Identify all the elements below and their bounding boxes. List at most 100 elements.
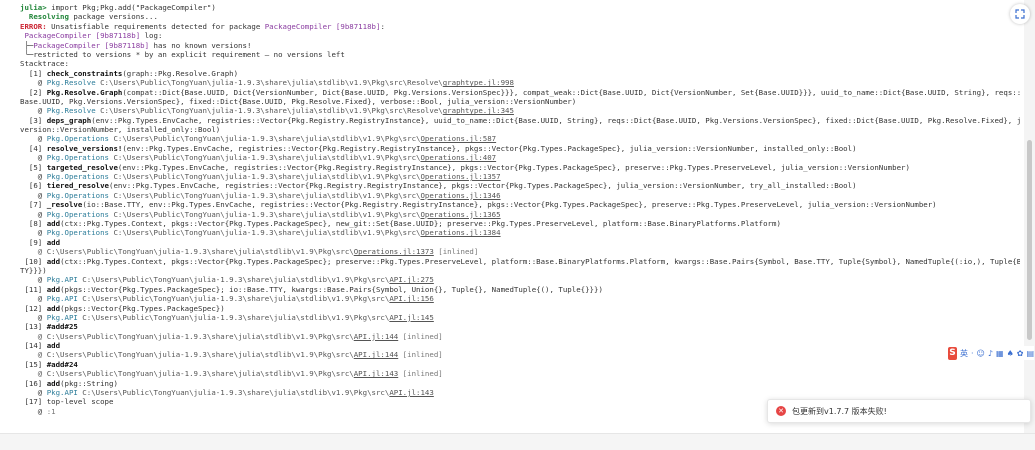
- terminal-text: log:: [140, 31, 163, 41]
- terminal-text: └─restricted to versions * by an explici…: [20, 49, 345, 59]
- terminal-text: (io::Base.TTY, env::Pkg.Types.EnvCache, …: [82, 200, 937, 210]
- terminal-text: Pkg.Operations: [46, 190, 109, 200]
- source-file-link[interactable]: API.jl:275: [389, 275, 434, 284]
- ime-emoji-icon[interactable]: ☺: [977, 349, 985, 358]
- terminal-line: [6] tiered_resolve(env::Pkg.Types.EnvCac…: [20, 181, 1020, 190]
- terminal-text: [inlined]: [433, 247, 479, 257]
- terminal-text: C:\Users\Public\TongYuan\julia-1.9.3\sha…: [109, 209, 421, 219]
- terminal-text: (ctx::Pkg.Types.Context, pkgs::Vector{Pk…: [60, 218, 781, 228]
- vertical-scrollbar[interactable]: [1024, 0, 1035, 433]
- ime-keyboard-icon[interactable]: ▦: [996, 349, 1004, 358]
- terminal-text: top-level scope: [46, 397, 114, 407]
- scrollbar-thumb[interactable]: [1027, 140, 1032, 340]
- terminal-text: @: [20, 209, 47, 219]
- terminal-line: [4] resolve_versions!(env::Pkg.Types.Env…: [20, 144, 1020, 153]
- terminal-text: @: [20, 388, 47, 398]
- terminal-text: C:\Users\Public\TongYuan\julia-1.9.3\sha…: [77, 312, 390, 322]
- terminal-line: @ C:\Users\Public\TongYuan\julia-1.9.3\s…: [20, 332, 1020, 341]
- terminal-text: Pkg.Operations: [46, 172, 109, 182]
- terminal-text: @: [20, 294, 47, 304]
- source-file-link[interactable]: Operations.jl:1373: [354, 247, 434, 256]
- terminal-line: julia> import Pkg;Pkg.add("PackageCompil…: [20, 3, 1020, 12]
- terminal-line: [8] add(ctx::Pkg.Types.Context, pkgs::Ve…: [20, 219, 1020, 228]
- terminal-text: :1: [46, 406, 56, 416]
- source-file-link[interactable]: Operations.jl:587: [420, 134, 496, 143]
- terminal-text: Stacktrace:: [20, 59, 69, 69]
- terminal-text: [4]: [20, 143, 47, 153]
- ime-punctuation-icon[interactable]: ·: [971, 349, 974, 358]
- terminal-text: [5]: [20, 162, 47, 172]
- terminal-line: @ C:\Users\Public\TongYuan\julia-1.9.3\s…: [20, 247, 1020, 256]
- source-file-link[interactable]: Operations.jl:1357: [420, 172, 500, 181]
- terminal-line: @ C:\Users\Public\TongYuan\julia-1.9.3\s…: [20, 350, 1020, 359]
- ime-toolbar[interactable]: S 英 · ☺ ♪ ▦ ♠ ✿ ▤: [948, 346, 1034, 360]
- fullscreen-button[interactable]: [1010, 4, 1030, 24]
- terminal-text: Pkg.Resolve.Graph: [46, 87, 123, 97]
- terminal-text: add: [46, 378, 61, 388]
- terminal-text: check_constraints: [46, 68, 123, 78]
- source-file-link[interactable]: graphtype.jl:998: [443, 78, 514, 87]
- terminal-line: @ Pkg.API C:\Users\Public\TongYuan\julia…: [20, 275, 1020, 284]
- terminal-line: [7] _resolve(io::Base.TTY, env::Pkg.Type…: [20, 200, 1020, 209]
- terminal-line: @ Pkg.Operations C:\Users\Public\TongYua…: [20, 153, 1020, 162]
- source-file-link[interactable]: API.jl:144: [354, 350, 399, 359]
- terminal-line: @ Pkg.API C:\Users\Public\TongYuan\julia…: [20, 388, 1020, 397]
- error-icon: ✕: [776, 406, 786, 416]
- error-toast[interactable]: ✕ 包更新到v1.7.7 版本失败!: [767, 399, 1031, 423]
- ime-skin-icon[interactable]: ♠: [1007, 349, 1014, 358]
- terminal-line: [13] #add#25: [20, 322, 1020, 331]
- terminal-line: @ C:\Users\Public\TongYuan\julia-1.9.3\s…: [20, 369, 1020, 378]
- source-file-link[interactable]: API.jl:145: [389, 313, 434, 322]
- terminal-text: :: [380, 21, 385, 31]
- source-file-link[interactable]: API.jl:143: [389, 388, 434, 397]
- terminal-text: [inlined]: [398, 331, 443, 341]
- terminal-text: C:\Users\Public\TongYuan\julia-1.9.3\sha…: [77, 275, 390, 285]
- terminal-text: [13]: [20, 322, 47, 332]
- terminal-text: @: [20, 134, 47, 144]
- terminal-line: [15] #add#24: [20, 360, 1020, 369]
- terminal-text: Pkg.API: [46, 275, 78, 285]
- source-file-link[interactable]: graphtype.jl:345: [443, 106, 514, 115]
- source-file-link[interactable]: API.jl:143: [354, 369, 399, 378]
- terminal-text: version::VersionNumber, installed_only::…: [20, 125, 221, 135]
- source-file-link[interactable]: Operations.jl:1346: [420, 191, 500, 200]
- source-file-link[interactable]: API.jl:156: [389, 294, 434, 303]
- terminal-text: has no known versions!: [149, 40, 252, 50]
- terminal-text: [16]: [20, 378, 47, 388]
- terminal-line: [12] add(pkgs::Vector{Pkg.Types.PackageS…: [20, 304, 1020, 313]
- ime-language-toggle[interactable]: 英: [960, 348, 968, 359]
- ime-voice-icon[interactable]: ♪: [988, 349, 993, 358]
- terminal-text: C:\Users\Public\TongYuan\julia-1.9.3\sha…: [109, 153, 421, 163]
- terminal-line: @ Pkg.API C:\Users\Public\TongYuan\julia…: [20, 313, 1020, 322]
- terminal-text: @: [20, 312, 47, 322]
- terminal-text: Pkg.Operations: [46, 228, 109, 238]
- ime-tools-icon[interactable]: ✿: [1017, 349, 1024, 358]
- source-file-link[interactable]: API.jl:144: [354, 332, 399, 341]
- source-file-link[interactable]: Operations.jl:407: [420, 153, 496, 162]
- source-file-link[interactable]: Operations.jl:1384: [420, 228, 500, 237]
- terminal-text: Resolving: [20, 12, 74, 22]
- terminal-text: (env::Pkg.Types.EnvCache, registries::Ve…: [117, 162, 910, 172]
- ime-menu-icon[interactable]: ▤: [1026, 349, 1034, 358]
- terminal-text: [12]: [20, 303, 47, 313]
- terminal-text: @ C:\Users\Public\TongYuan\julia-1.9.3\s…: [20, 247, 354, 257]
- terminal-text: [3]: [20, 115, 47, 125]
- terminal-text: C:\Users\Public\TongYuan\julia-1.9.3\sha…: [77, 294, 390, 304]
- ime-logo-icon[interactable]: S: [948, 346, 957, 360]
- terminal-line: Stacktrace:: [20, 59, 1020, 68]
- terminal-text: [14]: [20, 341, 47, 351]
- terminal-text: _resolve: [46, 200, 83, 210]
- terminal-line: [16] add(pkg::String): [20, 379, 1020, 388]
- terminal-text: (compat::Dict{Base.UUID, Dict{VersionNum…: [122, 87, 1020, 97]
- toast-message: 包更新到v1.7.7 版本失败!: [792, 406, 887, 416]
- terminal-text: PackageCompiler [9b87118b]: [20, 31, 141, 41]
- terminal-text: PackageCompiler [9b87118b]: [264, 21, 381, 31]
- terminal-text: Pkg.Operations: [46, 153, 109, 163]
- terminal-text: C:\Users\Public\TongYuan\julia-1.9.3\sha…: [95, 78, 443, 88]
- terminal-text: add: [46, 284, 61, 294]
- terminal-text: (env::Pkg.Types.EnvCache, registries::Ve…: [122, 143, 857, 153]
- source-file-link[interactable]: Operations.jl:1365: [420, 210, 500, 219]
- terminal-line: @ Pkg.Resolve C:\Users\Public\TongYuan\j…: [20, 106, 1020, 115]
- terminal-text: C:\Users\Public\TongYuan\julia-1.9.3\sha…: [109, 228, 421, 238]
- horizontal-scrollbar[interactable]: [0, 433, 1035, 450]
